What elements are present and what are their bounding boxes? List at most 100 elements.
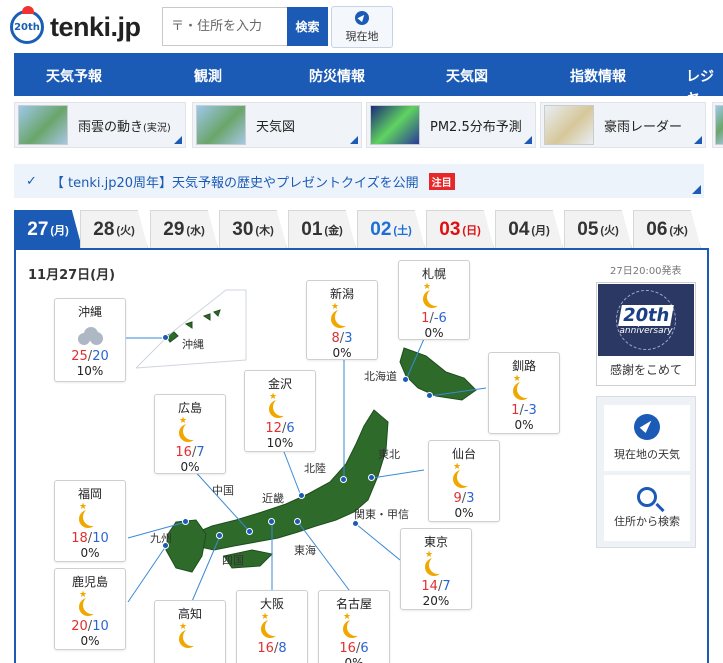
city-marker[interactable] <box>298 492 305 499</box>
city-card-kagoshima[interactable]: 鹿児島 20/10 0% <box>54 568 126 650</box>
city-card-nagoya[interactable]: 名古屋 16/6 0% <box>318 590 390 663</box>
tab-day[interactable]: 05 (火) <box>564 210 632 248</box>
nav-weathermap[interactable]: 天気図 <box>446 66 488 86</box>
city-marker[interactable] <box>352 520 359 527</box>
city-marker[interactable] <box>216 532 223 539</box>
quicklink-label: 雨雲の動き(実況) <box>78 116 171 135</box>
precip-prob: 20% <box>422 594 450 608</box>
connector-line <box>191 467 251 533</box>
city-card-hiroshima[interactable]: 広島 16/7 0% <box>154 394 226 474</box>
anniversary-word: anniversary <box>619 325 673 336</box>
tab-day[interactable]: 28 (火) <box>80 210 148 248</box>
quicklink-pm25[interactable]: PM2.5分布予測 <box>366 102 536 148</box>
region-label: 北陸 <box>304 462 326 475</box>
site-logo[interactable]: 20th tenki.jp <box>10 6 155 48</box>
city-card-kushiro[interactable]: 釧路 1/-3 0% <box>488 352 560 434</box>
city-marker[interactable] <box>426 392 433 399</box>
city-marker[interactable] <box>246 528 253 535</box>
tab-day[interactable]: 04 (月) <box>495 210 563 248</box>
anniversary-banner[interactable]: 20th anniversary 感謝をこめて <box>596 282 696 386</box>
city-marker[interactable] <box>162 334 169 341</box>
temp-high: 16 <box>339 641 356 656</box>
city-card-fukuoka[interactable]: 福岡 18/10 0% <box>54 480 126 562</box>
rain-cloud-thumbnail <box>18 105 68 145</box>
temp-line: 16/7 <box>175 445 205 460</box>
clear-night-icon <box>319 612 389 641</box>
clear-night-icon <box>55 502 125 531</box>
nav-disaster[interactable]: 防災情報 <box>309 66 365 86</box>
city-card-niigata[interactable]: 新潟 8/3 0% <box>306 280 378 360</box>
quicklink-radar[interactable]: 豪雨レーダー <box>540 102 706 148</box>
corner-triangle-icon <box>692 185 701 194</box>
tab-day[interactable]: 06 (水) <box>633 210 701 248</box>
city-card-kanazawa[interactable]: 金沢 12/6 10% <box>244 370 316 452</box>
city-marker[interactable] <box>182 518 189 525</box>
temp-line: 16/6 <box>339 641 369 656</box>
main-nav: 天気予報 観測 防災情報 天気図 指数情報 レジャ <box>14 53 723 105</box>
notice-banner[interactable]: ✓ 【 tenki.jp20周年】天気予報の歴史やプレゼントクイズを公開 注目 <box>14 164 704 198</box>
tab-date: 02 <box>370 218 392 240</box>
precip-prob: 0% <box>80 634 100 648</box>
city-card-kochi[interactable]: 高知 <box>154 600 226 663</box>
tab-weekday: (水) <box>186 224 205 237</box>
temp-low: 10 <box>92 531 109 546</box>
city-card-okinawa[interactable]: 沖縄 25/20 10% <box>54 298 126 382</box>
quicklink-rain-cloud[interactable]: 雨雲の動き(実況) <box>14 102 186 148</box>
nav-index[interactable]: 指数情報 <box>570 66 626 86</box>
nav-forecast[interactable]: 天気予報 <box>46 66 102 86</box>
anniversary-art: 20th anniversary <box>598 284 694 356</box>
city-marker[interactable] <box>268 518 275 525</box>
quicklink-more[interactable] <box>712 102 723 148</box>
temp-low: 6 <box>360 641 369 656</box>
region-label: 東北 <box>378 448 400 461</box>
tab-day[interactable]: 03 (日) <box>426 210 494 248</box>
region-label: 沖縄 <box>182 338 204 351</box>
tab-date: 30 <box>232 218 254 240</box>
tab-date: 05 <box>577 218 599 240</box>
current-location-button[interactable]: 現在地 <box>331 6 393 48</box>
clear-night-icon <box>401 550 471 579</box>
address-search-button[interactable]: 住所から検索 <box>604 475 690 541</box>
temp-high: 8 <box>331 331 340 346</box>
city-marker[interactable] <box>402 376 409 383</box>
city-name: 札幌 <box>421 267 446 281</box>
city-name: 新潟 <box>329 287 354 301</box>
clear-night-icon <box>307 302 377 331</box>
more-thumbnail <box>715 105 723 145</box>
city-marker[interactable] <box>162 542 169 549</box>
tab-day[interactable]: 27 (月) <box>14 210 82 248</box>
tab-day[interactable]: 02 (土) <box>357 210 425 248</box>
pm25-thumbnail <box>370 105 420 145</box>
nav-leisure[interactable]: レジャ <box>686 66 723 106</box>
temp-low: 10 <box>92 619 109 634</box>
city-card-osaka[interactable]: 大阪 16/8 <box>236 590 308 663</box>
region-label: 関東・甲信 <box>354 508 409 521</box>
clear-night-icon <box>237 612 307 641</box>
search-button[interactable]: 検索 <box>287 7 328 46</box>
city-card-sapporo[interactable]: 札幌 1/-6 0% <box>398 260 470 340</box>
temp-high: 16 <box>175 445 192 460</box>
okinawa-inset-frame <box>135 289 247 369</box>
city-marker[interactable] <box>294 518 301 525</box>
city-name: 名古屋 <box>335 597 372 611</box>
temp-line: 1/-6 <box>421 311 447 326</box>
temp-low: -6 <box>433 311 447 326</box>
city-marker[interactable] <box>368 474 375 481</box>
city-card-tokyo[interactable]: 東京 14/7 20% <box>400 528 472 610</box>
corner-triangle-icon <box>174 136 182 144</box>
city-card-sendai[interactable]: 仙台 9/3 0% <box>428 440 500 522</box>
tab-day[interactable]: 01 (金) <box>288 210 356 248</box>
precip-prob: 0% <box>514 418 534 432</box>
weathermap-thumbnail <box>196 105 246 145</box>
tab-day[interactable]: 30 (木) <box>219 210 287 248</box>
nav-observation[interactable]: 観測 <box>194 66 222 86</box>
temp-low: -3 <box>523 403 537 418</box>
temp-low: 20 <box>92 349 109 364</box>
current-weather-button[interactable]: 現在地の天気 <box>604 405 690 471</box>
search-input[interactable] <box>162 7 287 46</box>
temp-low: 3 <box>466 491 475 506</box>
precip-prob: 0% <box>454 506 474 520</box>
tab-day[interactable]: 29 (水) <box>150 210 218 248</box>
quicklink-weathermap[interactable]: 天気図 <box>192 102 362 148</box>
city-marker[interactable] <box>340 476 347 483</box>
